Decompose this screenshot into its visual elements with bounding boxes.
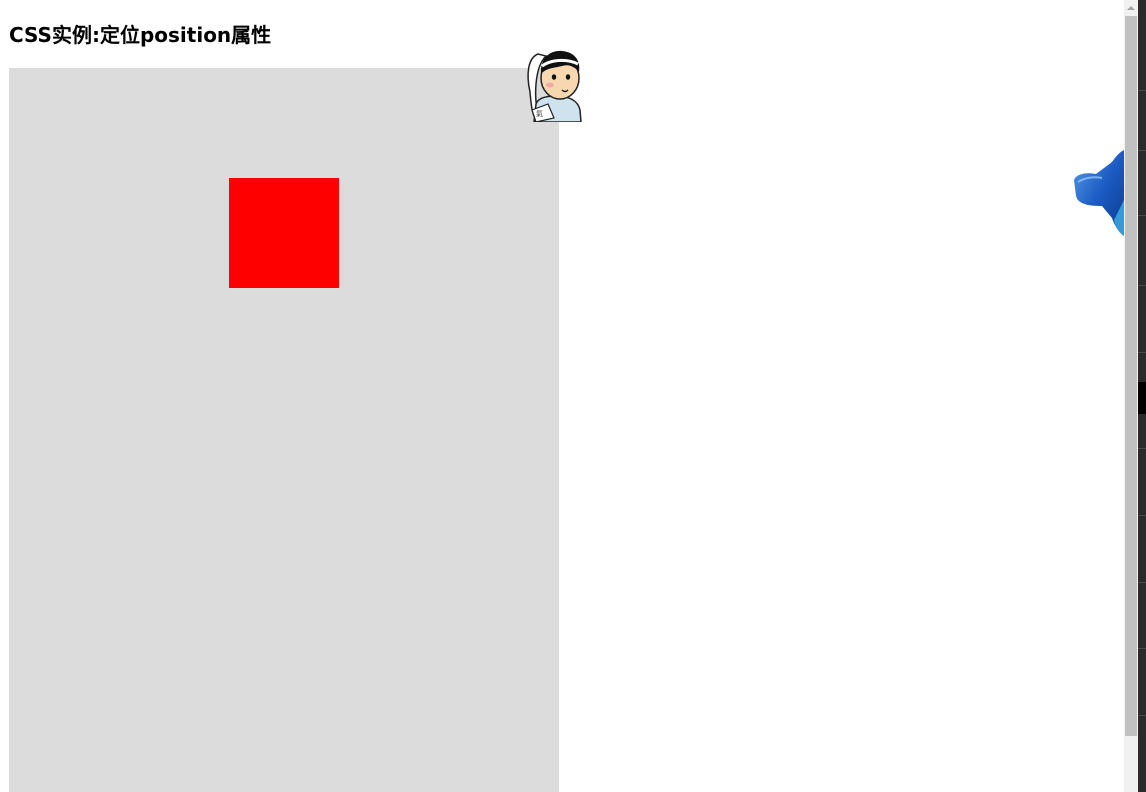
page-title: CSS实例:定位position属性 bbox=[9, 23, 272, 47]
cartoon-badge-text: 氣 bbox=[536, 109, 543, 118]
relative-container bbox=[9, 68, 559, 792]
megaphone-icon bbox=[1072, 146, 1124, 240]
browser-viewport: CSS实例:定位position属性 氣 bbox=[0, 0, 1146, 792]
positioned-red-box bbox=[229, 178, 339, 288]
window-edge bbox=[1138, 0, 1146, 792]
scroll-up-arrow-icon[interactable] bbox=[1125, 0, 1137, 16]
cartoon-character-icon: 氣 bbox=[524, 44, 584, 123]
vertical-scrollbar-thumb[interactable] bbox=[1125, 16, 1137, 736]
